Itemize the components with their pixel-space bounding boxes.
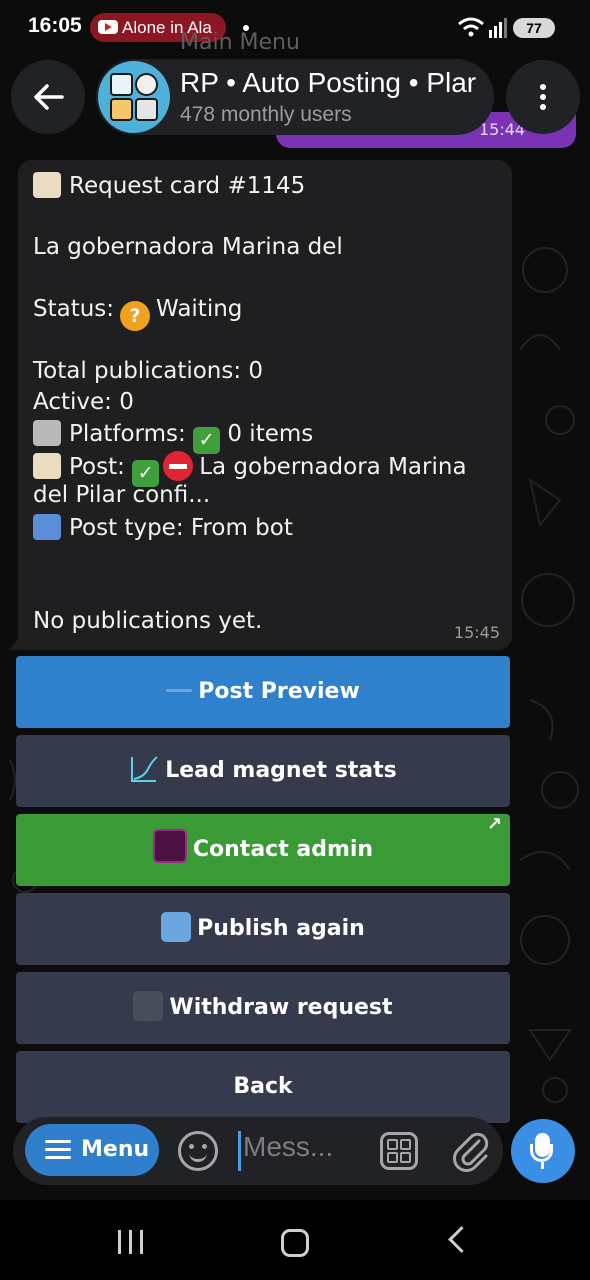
post-value-continued: del Pilar confi... [33,482,211,508]
platforms-value: 0 items [227,421,314,447]
calendar-icon [110,73,133,96]
question-icon: ? [120,301,151,331]
system-navigation-bar [0,1200,590,1280]
message-time: 15:45 [453,623,500,642]
request-card-title: Request card #1145 [69,173,306,199]
status-value: Waiting [156,296,243,322]
emoji-icon[interactable] [178,1131,218,1171]
post-label: Post: [69,454,125,480]
chat-title-bar[interactable]: RP • Auto Posting • Plar 478 monthly use… [96,59,494,135]
contact-admin-label: Contact admin [192,837,374,862]
no-entry-icon [163,451,194,481]
grid-cell [400,1152,411,1163]
post-preview-button[interactable]: Post Preview [16,656,510,728]
text-caret [238,1131,241,1171]
wifi-signal-icon [458,17,507,38]
megaphone-icon [33,420,61,446]
post-value: La gobernadora Marina [199,454,467,480]
grid-cell [387,1152,398,1163]
youtube-icon [98,20,118,34]
memo-icon [33,172,61,198]
menu-label: Menu [81,1137,150,1162]
withdraw-request-button[interactable]: Withdraw request [16,972,510,1044]
publish-again-button[interactable]: Publish again [16,893,510,965]
grid-cell [387,1139,398,1150]
background-main-menu-text: Main Menu [180,30,300,55]
status-time: 16:05 [28,14,82,37]
kebab-icon [540,84,546,90]
lead-magnet-stats-label: Lead magnet stats [165,758,397,783]
recent-apps-icon[interactable] [118,1230,144,1254]
kebab-dot [540,94,546,100]
admin-avatar-icon [152,829,187,863]
bot-menu-button[interactable]: Menu [25,1124,159,1176]
platforms-label: Platforms: [69,421,186,447]
preview-icon [166,689,193,692]
check-icon: ✓ [193,427,221,454]
withdraw-request-label: Withdraw request [169,995,393,1020]
chart-increasing-icon [131,756,158,782]
outbox-tray-icon [33,514,61,540]
microphone-button[interactable] [511,1119,575,1183]
trash-icon [135,98,158,121]
lead-magnet-stats-button[interactable]: Lead magnet stats [16,735,510,807]
contact-admin-button[interactable]: Contact admin ↗ [16,814,510,886]
message-input-bar: Menu Mess... [13,1117,503,1185]
hamburger-icon [45,1140,71,1160]
incoming-message-bubble: Request card #1145 La gobernadora Marina… [9,160,512,650]
total-publications: Total publications: 0 [33,358,264,384]
no-publications-text: No publications yet. [33,608,263,634]
home-icon[interactable] [281,1229,309,1257]
battery-indicator: 77 [513,18,555,38]
grid-cell [400,1139,411,1150]
bot-avatar [98,61,170,133]
memo-icon [33,453,61,479]
arrow-up-right-icon: ↗ [486,814,502,835]
back-label: Back [233,1074,293,1099]
post-preview-label: Post Preview [198,679,360,704]
chat-subtitle: 478 monthly users [180,103,352,126]
chat-title: RP • Auto Posting • Plar [180,67,477,98]
platforms-line: Platforms: ✓ 0 items [33,420,313,454]
message-line: Request card #1145 [33,172,305,199]
kebab-dot [540,104,546,110]
active-count: Active: 0 [33,389,134,415]
status-label: Status: [33,296,115,322]
back-button[interactable] [11,60,85,134]
publish-again-label: Publish again [197,916,365,941]
status-line: Status:? Waiting [33,296,242,331]
mail-icon [110,98,133,121]
microphone-stem [541,1162,544,1169]
clock-icon [135,73,158,96]
arrow-left-icon [34,84,64,110]
post-type: Post type: From bot [69,515,293,541]
repeat-icon [161,912,192,942]
message-input[interactable]: Mess... [243,1131,333,1163]
paperclip-icon[interactable] [451,1129,491,1173]
wastebasket-icon [133,991,164,1021]
back-nav-icon[interactable] [448,1226,475,1253]
microphone-arc [530,1144,553,1162]
message-line: La gobernadora Marina del [33,234,343,260]
back-keyboard-button[interactable]: Back [16,1051,510,1123]
more-options-button[interactable] [506,60,580,134]
bot-commands-icon[interactable] [380,1132,418,1170]
post-type-line: Post type: From bot [33,514,293,541]
